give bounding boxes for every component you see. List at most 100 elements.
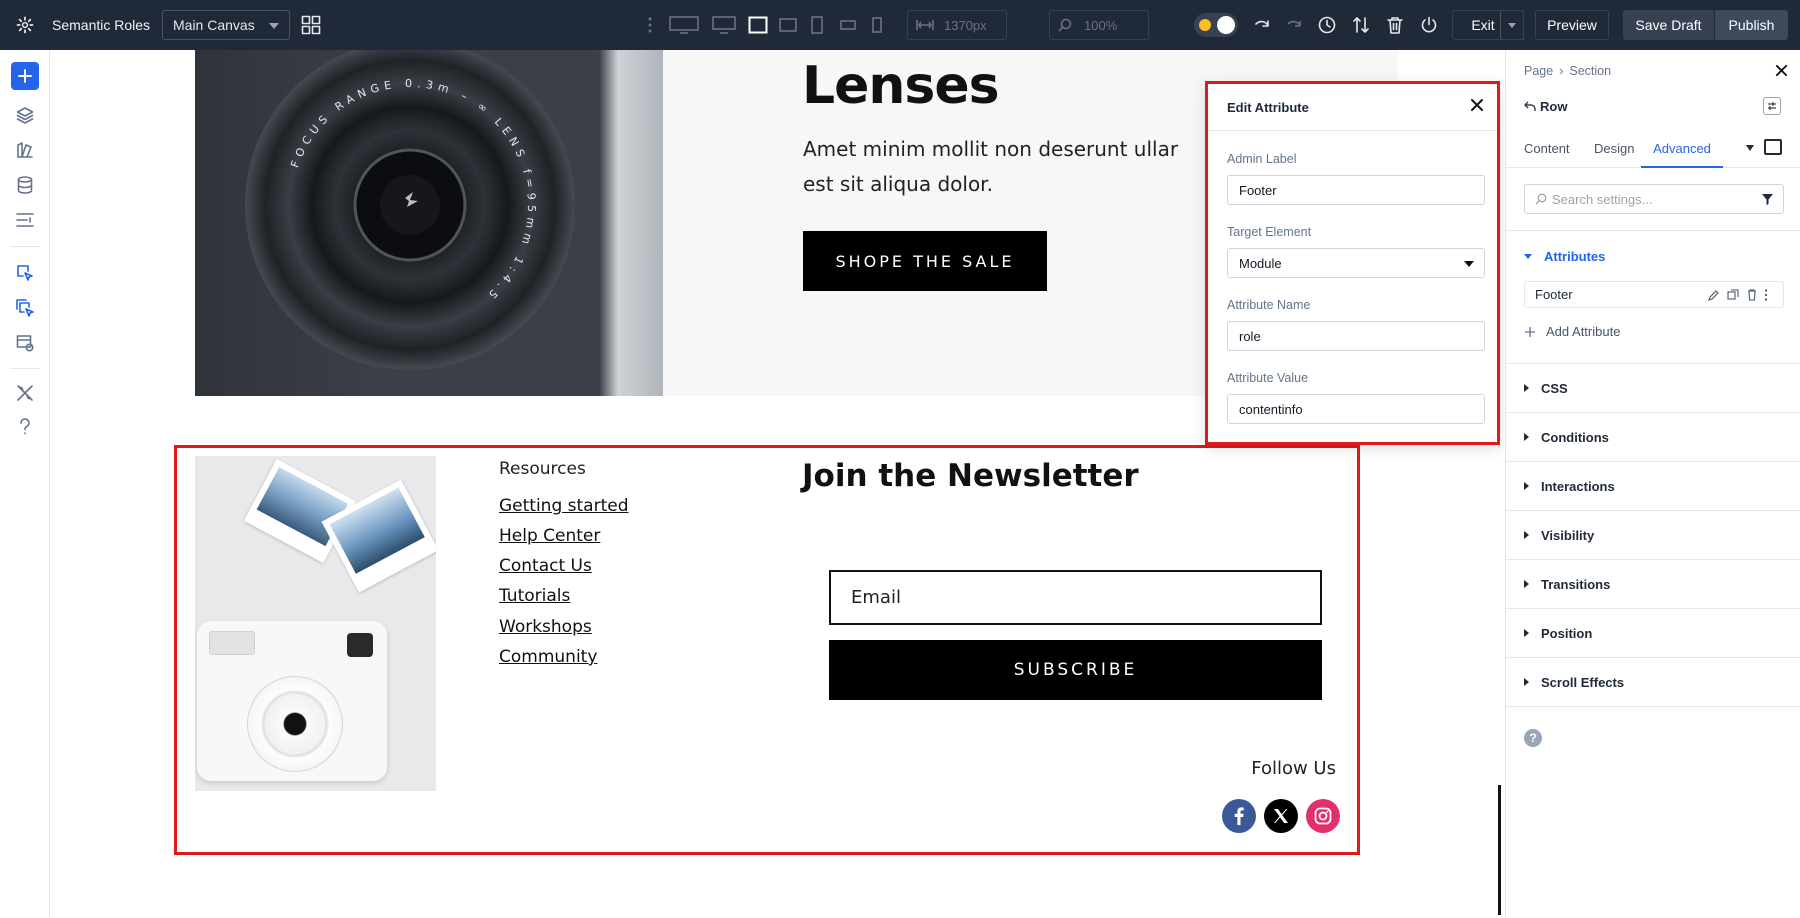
redo-icon[interactable] bbox=[1282, 0, 1304, 50]
attribute-value-input[interactable]: contentinfo bbox=[1227, 394, 1485, 424]
settings-search-input[interactable]: Search settings... bbox=[1524, 184, 1784, 214]
popup-close-icon[interactable] bbox=[1470, 98, 1486, 114]
multi-select-cursor-icon[interactable] bbox=[12, 295, 38, 321]
target-element-select[interactable]: Module bbox=[1227, 248, 1485, 278]
hero-cta-button[interactable]: SHOPE THE SALE bbox=[803, 231, 1047, 291]
save-draft-button[interactable]: Save Draft bbox=[1623, 10, 1714, 40]
footer-link-workshops[interactable]: Workshops bbox=[499, 617, 592, 637]
footer-image[interactable] bbox=[195, 456, 436, 791]
edit-pencil-icon[interactable] bbox=[1708, 289, 1720, 301]
settings-gear-icon[interactable] bbox=[12, 0, 38, 50]
section-visibility[interactable]: Visibility bbox=[1506, 511, 1800, 560]
preview-button[interactable]: Preview bbox=[1535, 10, 1609, 40]
target-element-label: Target Element bbox=[1227, 225, 1312, 239]
popup-header: Edit Attribute bbox=[1208, 84, 1497, 131]
attribute-name-label: Attribute Name bbox=[1227, 298, 1311, 312]
page-settings-icon[interactable] bbox=[12, 330, 38, 356]
grid-layout-icon[interactable] bbox=[300, 0, 322, 50]
more-options-icon[interactable] bbox=[1764, 289, 1768, 301]
list-settings-icon[interactable] bbox=[12, 207, 38, 233]
panel-help-icon[interactable]: ? bbox=[1524, 729, 1542, 747]
x-twitter-icon[interactable] bbox=[1264, 799, 1298, 833]
newsletter-email-input[interactable]: Email bbox=[829, 570, 1322, 625]
follow-us-label: Follow Us bbox=[1251, 758, 1336, 779]
tab-advanced[interactable]: Advanced bbox=[1641, 141, 1723, 168]
layers-icon[interactable] bbox=[12, 102, 38, 128]
phone-landscape-view-icon[interactable] bbox=[838, 0, 858, 50]
footer-link-getting-started[interactable]: Getting started bbox=[499, 496, 629, 516]
footer-link-community[interactable]: Community bbox=[499, 647, 597, 667]
back-arrow-icon[interactable] bbox=[1523, 99, 1536, 117]
add-element-button[interactable] bbox=[11, 62, 39, 90]
database-icon[interactable] bbox=[12, 172, 38, 198]
history-clock-icon[interactable] bbox=[1316, 0, 1338, 50]
publish-button[interactable]: Publish bbox=[1715, 10, 1788, 40]
select-cursor-icon[interactable] bbox=[12, 260, 38, 286]
facebook-icon[interactable] bbox=[1222, 799, 1256, 833]
collapsed-caret-icon bbox=[1524, 678, 1529, 686]
footer-link-tutorials[interactable]: Tutorials bbox=[499, 586, 570, 606]
tablet-landscape-view-icon[interactable] bbox=[747, 0, 769, 50]
help-icon[interactable] bbox=[12, 414, 38, 440]
canvas-width-field[interactable]: 1370px bbox=[907, 10, 1007, 40]
expanded-caret-icon bbox=[1524, 254, 1532, 259]
panel-tabs: Content Design Advanced bbox=[1506, 128, 1800, 168]
exit-dropdown-button[interactable] bbox=[1500, 10, 1524, 40]
power-icon[interactable] bbox=[1418, 0, 1440, 50]
tools-icon[interactable] bbox=[12, 380, 38, 406]
more-dots-icon[interactable] bbox=[645, 0, 655, 50]
theme-toggle[interactable] bbox=[1193, 0, 1239, 50]
zoom-field[interactable]: 100% bbox=[1049, 10, 1149, 40]
subscribe-button[interactable]: SUBSCRIBE bbox=[829, 640, 1322, 700]
element-preview-icon[interactable] bbox=[1764, 139, 1782, 155]
phone-view-icon[interactable] bbox=[870, 0, 884, 50]
instant-camera bbox=[197, 621, 387, 781]
top-toolbar: Semantic Roles Main Canvas 1370px 100% E… bbox=[0, 0, 1800, 50]
target-element-value: Module bbox=[1239, 255, 1282, 271]
footer-link-contact-us[interactable]: Contact Us bbox=[499, 556, 592, 576]
tab-content[interactable]: Content bbox=[1524, 141, 1570, 156]
breadcrumb-section[interactable]: Section bbox=[1569, 64, 1611, 78]
attribute-name-input[interactable]: role bbox=[1227, 321, 1485, 351]
attribute-item[interactable]: Footer bbox=[1524, 281, 1784, 308]
instagram-icon[interactable] bbox=[1306, 799, 1340, 833]
desktop-view-icon[interactable] bbox=[711, 0, 737, 50]
section-interactions[interactable]: Interactions bbox=[1506, 462, 1800, 511]
tab-design[interactable]: Design bbox=[1594, 141, 1634, 156]
zoom-search-icon bbox=[1058, 18, 1072, 32]
panel-options-icon[interactable] bbox=[1763, 97, 1781, 115]
popup-title: Edit Attribute bbox=[1227, 100, 1309, 115]
phablet-view-icon[interactable] bbox=[809, 0, 825, 50]
trash-icon[interactable] bbox=[1384, 0, 1406, 50]
section-conditions[interactable]: Conditions bbox=[1506, 413, 1800, 462]
attributes-header[interactable]: Attributes bbox=[1524, 249, 1605, 264]
sort-arrows-icon[interactable] bbox=[1350, 0, 1372, 50]
design-library-icon[interactable] bbox=[12, 137, 38, 163]
panel-close-icon[interactable] bbox=[1775, 64, 1788, 82]
section-scroll-effects[interactable]: Scroll Effects bbox=[1506, 658, 1800, 707]
exit-label: Exit bbox=[1471, 17, 1495, 33]
add-attribute-button[interactable]: Add Attribute bbox=[1524, 324, 1620, 339]
plus-icon bbox=[18, 69, 32, 83]
section-css[interactable]: CSS bbox=[1506, 364, 1800, 413]
page-title: Semantic Roles bbox=[52, 17, 151, 33]
tablet-view-icon[interactable] bbox=[778, 0, 798, 50]
collapsed-caret-icon bbox=[1524, 384, 1529, 392]
canvas-select[interactable]: Main Canvas bbox=[162, 10, 290, 40]
breadcrumb-page[interactable]: Page bbox=[1524, 64, 1553, 78]
attribute-item-label: Footer bbox=[1535, 287, 1573, 302]
filter-icon[interactable] bbox=[1761, 193, 1774, 206]
email-placeholder: Email bbox=[851, 587, 901, 608]
undo-icon[interactable] bbox=[1250, 0, 1272, 50]
duplicate-icon[interactable] bbox=[1727, 289, 1739, 301]
tabs-dropdown-caret-icon[interactable] bbox=[1746, 145, 1754, 151]
section-position[interactable]: Position bbox=[1506, 609, 1800, 658]
footer-link-help-center[interactable]: Help Center bbox=[499, 526, 600, 546]
widescreen-view-icon[interactable] bbox=[668, 0, 700, 50]
delete-icon[interactable] bbox=[1747, 289, 1757, 301]
canvas-scrollbar[interactable] bbox=[1498, 785, 1501, 915]
admin-label-input[interactable]: Footer bbox=[1227, 175, 1485, 205]
section-transitions[interactable]: Transitions bbox=[1506, 560, 1800, 609]
zoom-value: 100% bbox=[1084, 17, 1118, 33]
hero-image[interactable]: FOCUS RANGE 0.3m – ∞ LENS f=95mm 1:4.5 bbox=[195, 50, 663, 396]
